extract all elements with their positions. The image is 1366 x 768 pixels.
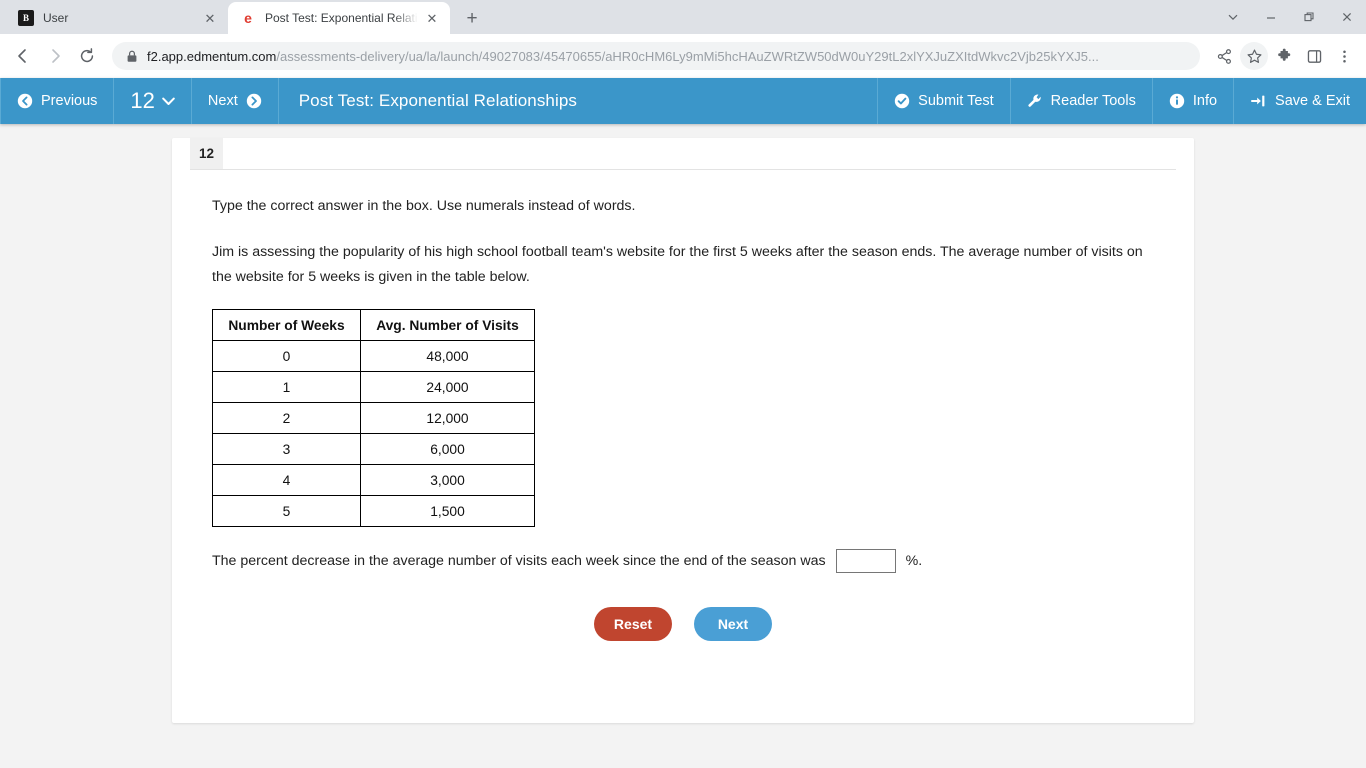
info-circle-icon bbox=[1169, 93, 1185, 109]
submit-test-button[interactable]: Submit Test bbox=[877, 78, 1010, 124]
minimize-icon[interactable] bbox=[1252, 0, 1290, 34]
extensions-puzzle-icon[interactable] bbox=[1270, 42, 1298, 70]
toolbar-right-group: Submit Test Reader Tools Info Save & Exi… bbox=[877, 78, 1366, 124]
column-header-visits: Avg. Number of Visits bbox=[360, 309, 535, 342]
question-action-buttons: Reset Next bbox=[212, 607, 1154, 661]
answer-suffix-text: %. bbox=[905, 553, 923, 570]
star-icon[interactable] bbox=[1240, 42, 1268, 70]
visits-data-table: Number of Weeks Avg. Number of Visits 0 … bbox=[212, 309, 535, 528]
user-favicon: B bbox=[18, 10, 34, 26]
edmentum-favicon: e bbox=[244, 10, 252, 26]
save-and-exit-button[interactable]: Save & Exit bbox=[1233, 78, 1366, 124]
question-prompt: Jim is assessing the popularity of his h… bbox=[212, 244, 1143, 285]
close-icon[interactable]: ✕ bbox=[202, 10, 218, 26]
answer-input[interactable] bbox=[835, 549, 896, 574]
table-row: 2 12,000 bbox=[212, 402, 535, 435]
table-row: 1 24,000 bbox=[212, 371, 535, 404]
cell-weeks: 2 bbox=[212, 402, 361, 435]
save-and-exit-label: Save & Exit bbox=[1275, 93, 1350, 109]
cell-weeks: 4 bbox=[212, 464, 361, 497]
side-panel-icon[interactable] bbox=[1300, 42, 1328, 70]
chevron-down-icon bbox=[162, 94, 175, 109]
wrench-icon bbox=[1027, 93, 1043, 109]
question-body: Type the correct answer in the box. Use … bbox=[172, 170, 1194, 661]
share-icon[interactable] bbox=[1210, 42, 1238, 70]
question-number: 12 bbox=[130, 88, 155, 113]
reload-icon[interactable] bbox=[72, 41, 102, 71]
table-row: 0 48,000 bbox=[212, 340, 535, 373]
exit-arrow-icon bbox=[1250, 93, 1267, 109]
url-path: /assessments-delivery/ua/la/launch/49027… bbox=[276, 48, 1099, 64]
tab-title: Post Test: Exponential Relations bbox=[265, 11, 418, 25]
back-arrow-icon[interactable] bbox=[8, 41, 38, 71]
arrow-right-circle-icon bbox=[246, 93, 262, 109]
close-icon[interactable]: ✕ bbox=[424, 10, 440, 26]
table-row: 5 1,500 bbox=[212, 495, 535, 528]
browser-address-toolbar: f2.app.edmentum.com/assessments-delivery… bbox=[0, 34, 1366, 78]
assessment-title: Post Test: Exponential Relationships bbox=[298, 91, 578, 110]
browser-tab-strip: B User ✕ e Post Test: Exponential Relati… bbox=[0, 0, 1366, 34]
reset-button[interactable]: Reset bbox=[594, 607, 672, 642]
table-header-row: Number of Weeks Avg. Number of Visits bbox=[212, 309, 535, 342]
url-text: f2.app.edmentum.com/assessments-delivery… bbox=[147, 49, 1099, 64]
cell-weeks: 5 bbox=[212, 495, 361, 528]
cell-visits: 1,500 bbox=[360, 495, 535, 528]
restore-icon[interactable] bbox=[1290, 0, 1328, 34]
question-card: 12 Type the correct answer in the box. U… bbox=[172, 138, 1194, 723]
tab-title: User bbox=[43, 11, 69, 25]
forward-arrow-icon[interactable] bbox=[40, 41, 70, 71]
url-domain: f2.app.edmentum.com bbox=[147, 48, 277, 64]
question-instruction: Type the correct answer in the box. Use … bbox=[212, 198, 636, 214]
window-controls bbox=[1214, 0, 1366, 34]
cell-visits: 6,000 bbox=[360, 433, 535, 466]
check-circle-icon bbox=[894, 93, 910, 109]
question-number-row: 12 bbox=[190, 138, 1176, 170]
browser-tab-post-test[interactable]: e Post Test: Exponential Relations ✕ bbox=[228, 2, 450, 34]
cell-visits: 24,000 bbox=[360, 371, 535, 404]
next-button-toolbar[interactable]: Next bbox=[192, 78, 279, 124]
new-tab-button[interactable]: + bbox=[458, 4, 486, 32]
reader-tools-button[interactable]: Reader Tools bbox=[1009, 78, 1152, 124]
plus-icon: + bbox=[466, 7, 478, 29]
table-row: 4 3,000 bbox=[212, 464, 535, 497]
answer-prefix-text: The percent decrease in the average numb… bbox=[212, 553, 826, 570]
column-header-weeks: Number of Weeks bbox=[212, 309, 361, 342]
assessment-toolbar: Previous 12 Next Post Test: Exponential … bbox=[0, 78, 1366, 124]
cell-visits: 48,000 bbox=[360, 340, 535, 373]
close-icon[interactable] bbox=[1328, 0, 1366, 34]
cell-weeks: 0 bbox=[212, 340, 361, 373]
address-bar[interactable]: f2.app.edmentum.com/assessments-delivery… bbox=[112, 42, 1200, 70]
previous-label: Previous bbox=[41, 93, 98, 109]
submit-test-label: Submit Test bbox=[918, 93, 994, 109]
question-number-badge: 12 bbox=[190, 138, 224, 169]
assessment-page-area: 12 Type the correct answer in the box. U… bbox=[0, 124, 1366, 768]
table-row: 3 6,000 bbox=[212, 433, 535, 466]
answer-row: The percent decrease in the average numb… bbox=[212, 549, 1154, 574]
previous-button[interactable]: Previous bbox=[0, 78, 115, 124]
info-button[interactable]: Info bbox=[1151, 78, 1233, 124]
question-selector[interactable]: 12 bbox=[114, 78, 192, 124]
next-label: Next bbox=[207, 93, 238, 109]
more-menu-icon[interactable] bbox=[1330, 42, 1358, 70]
info-label: Info bbox=[1192, 93, 1218, 109]
lock-icon bbox=[126, 50, 138, 63]
next-button[interactable]: Next bbox=[694, 607, 772, 642]
reader-tools-label: Reader Tools bbox=[1050, 93, 1136, 109]
cell-visits: 3,000 bbox=[360, 464, 535, 497]
arrow-left-circle-icon bbox=[17, 93, 33, 109]
cell-weeks: 3 bbox=[212, 433, 361, 466]
chevron-down-icon[interactable] bbox=[1214, 0, 1252, 34]
cell-weeks: 1 bbox=[212, 371, 361, 404]
cell-visits: 12,000 bbox=[360, 402, 535, 435]
browser-tab-user[interactable]: B User ✕ bbox=[6, 2, 228, 34]
